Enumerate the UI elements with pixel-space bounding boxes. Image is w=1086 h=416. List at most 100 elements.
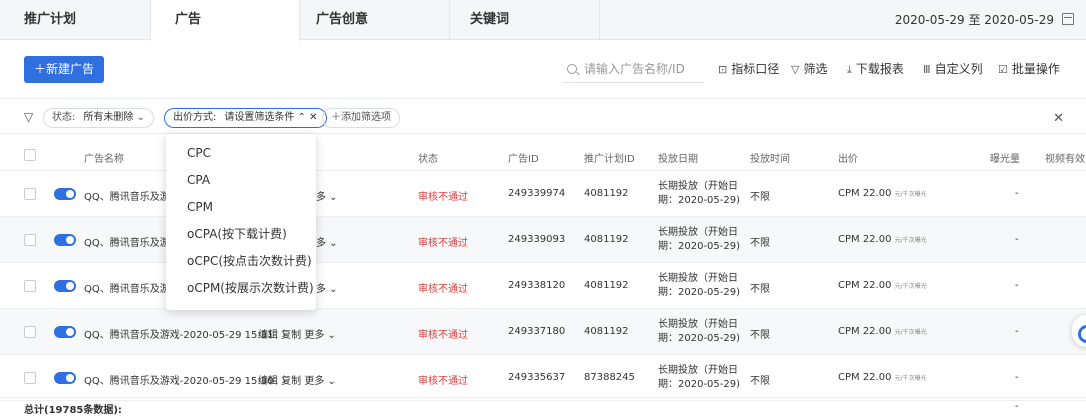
ad-name[interactable]: QQ、腾讯音乐及游戏-2020-05-29 15:30 [84, 372, 273, 387]
launch-date: 长期投放（开始日 期：2020-05-29) [658, 226, 740, 254]
table-row[interactable]: QQ、腾讯音乐及游戏多 ⌄ 审核不通过 249339093 4081192 长期投放（开… [0, 217, 1086, 263]
col-plan-id[interactable]: 推广计划ID [584, 150, 635, 165]
plan-id: 4081192 [584, 188, 629, 199]
search-placeholder: 请输入广告名称/ID [584, 62, 685, 76]
status-filter-value: 所有未删除 [83, 112, 134, 123]
select-all-checkbox[interactable] [24, 149, 36, 161]
exposure-value: - [1015, 280, 1019, 291]
custom-columns-label: 自定义列 [934, 62, 983, 76]
row-actions[interactable]: 编辑 复制 更多 ⌄ [258, 326, 336, 341]
row-checkbox[interactable] [24, 234, 36, 246]
filter-icon: ▽ [791, 63, 800, 76]
row-actions[interactable]: 多 ⌄ [316, 280, 338, 295]
new-ad-button[interactable]: ＋新建广告 [24, 56, 104, 83]
metric-label: 指标口径 [731, 62, 780, 76]
status-text: 审核不通过 [418, 238, 468, 249]
bid-unit: 元/千次曝光 [894, 237, 927, 244]
date-range[interactable]: 2020-05-29 至 2020-05-29 [895, 0, 1054, 40]
launch-date-line2: 期：2020-05-29) [658, 241, 741, 252]
launch-date-line1: 长期投放（开始日 [658, 273, 738, 284]
bid-option[interactable]: CPC [166, 140, 316, 167]
bid-option[interactable]: oCPC(按点击次数计费) [166, 248, 316, 275]
row-actions[interactable]: 编辑 复制 更多 ⌄ [258, 372, 336, 387]
row-toggle[interactable] [54, 234, 76, 246]
row-actions[interactable]: 多 ⌄ [316, 188, 338, 203]
batch-label: 批量操作 [1011, 62, 1060, 76]
row-toggle[interactable] [54, 280, 76, 292]
bid-option[interactable]: CPM [166, 194, 316, 221]
filter-bar [0, 98, 1086, 134]
download-button[interactable]: ⤓ 下载报表 [847, 56, 904, 83]
launch-date: 长期投放（开始日 期：2020-05-29) [658, 272, 740, 300]
batch-button[interactable]: ☑ 批量操作 [998, 56, 1060, 83]
bid-amount: CPM 22.00 [838, 280, 892, 291]
launch-time: 不限 [750, 284, 770, 295]
custom-columns-button[interactable]: Ⅲ 自定义列 [923, 56, 983, 83]
col-status[interactable]: 状态 [418, 150, 438, 165]
bid-option[interactable]: oCPM(按展示次数计费) [166, 275, 316, 302]
bid-amount: CPM 22.00 [838, 234, 892, 245]
bid-filter-chip[interactable]: 出价方式: 请设置筛选条件 ⌃ ✕ [164, 108, 327, 128]
launch-date-line2: 期：2020-05-29) [658, 195, 741, 206]
status-filter-chip[interactable]: 状态: 所有未删除 ⌄ [43, 108, 154, 128]
exposure-value: - [1015, 326, 1019, 337]
bid-option[interactable]: oCPA(按下载计费) [166, 221, 316, 248]
col-date[interactable]: 投放日期 [658, 150, 698, 165]
launch-date-line1: 长期投放（开始日 [658, 181, 738, 192]
plan-id: 4081192 [584, 326, 629, 337]
bid-options-dropdown: CPC CPA CPM oCPA(按下载计费) oCPC(按点击次数计费) oC… [166, 134, 316, 310]
total-count: 总计(19785条数据): [24, 405, 122, 416]
tab-plans[interactable]: 推广计划 [0, 0, 150, 40]
row-actions[interactable]: 多 ⌄ [316, 234, 338, 249]
bid-amount: CPM 22.00 [838, 326, 892, 337]
launch-date-line1: 长期投放（开始日 [658, 227, 738, 238]
row-toggle[interactable] [54, 326, 76, 338]
bid-value: CPM 22.00 元/千次曝光 [838, 280, 927, 291]
add-filter-button[interactable]: ＋添加筛选项 [322, 108, 400, 128]
launch-time: 不限 [750, 330, 770, 341]
status-text: 审核不通过 [418, 284, 468, 295]
ad-name[interactable]: QQ、腾讯音乐及游戏-2020-05-29 15:31 [84, 326, 273, 341]
metric-button[interactable]: ⊡ 指标口径 [718, 56, 779, 83]
filter-label: 筛选 [803, 62, 828, 76]
download-icon: ⤓ [847, 63, 852, 76]
metric-icon: ⊡ [718, 63, 728, 76]
bid-option[interactable]: CPA [166, 167, 316, 194]
bid-unit: 元/千次曝光 [894, 191, 927, 198]
status-text: 审核不通过 [418, 192, 468, 203]
row-toggle[interactable] [54, 372, 76, 384]
row-checkbox[interactable] [24, 372, 36, 384]
calendar-icon[interactable] [1062, 13, 1074, 25]
table-row[interactable]: QQ、腾讯音乐及游戏多 ⌄ 审核不通过 249339974 4081192 长期投放（开… [0, 171, 1086, 217]
search-input[interactable]: 请输入广告名称/ID [562, 56, 704, 83]
col-video[interactable]: 视频有效 [1045, 150, 1085, 165]
launch-time: 不限 [750, 238, 770, 249]
table-row[interactable]: QQ、腾讯音乐及游 多 ⌄ 审核不通过 249338120 4081192 长期投放（开始… [0, 263, 1086, 309]
exposure-value: - [1015, 234, 1019, 245]
close-icon[interactable]: ✕ [1053, 111, 1064, 126]
filter-button[interactable]: ▽ 筛选 [791, 56, 827, 83]
table-row[interactable]: QQ、腾讯音乐及游戏-2020-05-29 15:31 编辑 复制 更多 ⌄ 审核不… [0, 309, 1086, 355]
tab-ads[interactable]: 广告 [150, 0, 300, 41]
launch-date: 长期投放（开始日 期：2020-05-29) [658, 180, 740, 208]
col-exposure[interactable]: 曝光量 [990, 150, 1020, 165]
launch-date-line1: 长期投放（开始日 [658, 319, 738, 330]
row-toggle[interactable] [54, 188, 76, 200]
launch-date-line2: 期：2020-05-29) [658, 287, 741, 298]
table-row[interactable]: QQ、腾讯音乐及游戏-2020-05-29 15:30 编辑 复制 更多 ⌄ 审核不… [0, 355, 1086, 401]
tab-divider [450, 0, 600, 40]
col-name[interactable]: 广告名称 [84, 150, 124, 165]
row-checkbox[interactable] [24, 280, 36, 292]
row-checkbox[interactable] [24, 326, 36, 338]
bid-amount: CPM 22.00 [838, 188, 892, 199]
table-header: 广告名称 状态 广告ID 推广计划ID 投放日期 投放时间 出价 曝光量 视频有… [0, 141, 1086, 171]
launch-date-line1: 长期投放（开始日 [658, 365, 738, 376]
bid-filter-value: 请设置筛选条件 [224, 112, 295, 123]
download-label: 下载报表 [855, 62, 904, 76]
bid-value: CPM 22.00 元/千次曝光 [838, 326, 927, 337]
col-bid[interactable]: 出价 [838, 150, 858, 165]
col-time[interactable]: 投放时间 [750, 150, 790, 165]
row-checkbox[interactable] [24, 188, 36, 200]
col-ad-id[interactable]: 广告ID [508, 150, 539, 165]
ad-name[interactable]: QQ、腾讯音乐及游 [84, 280, 170, 295]
